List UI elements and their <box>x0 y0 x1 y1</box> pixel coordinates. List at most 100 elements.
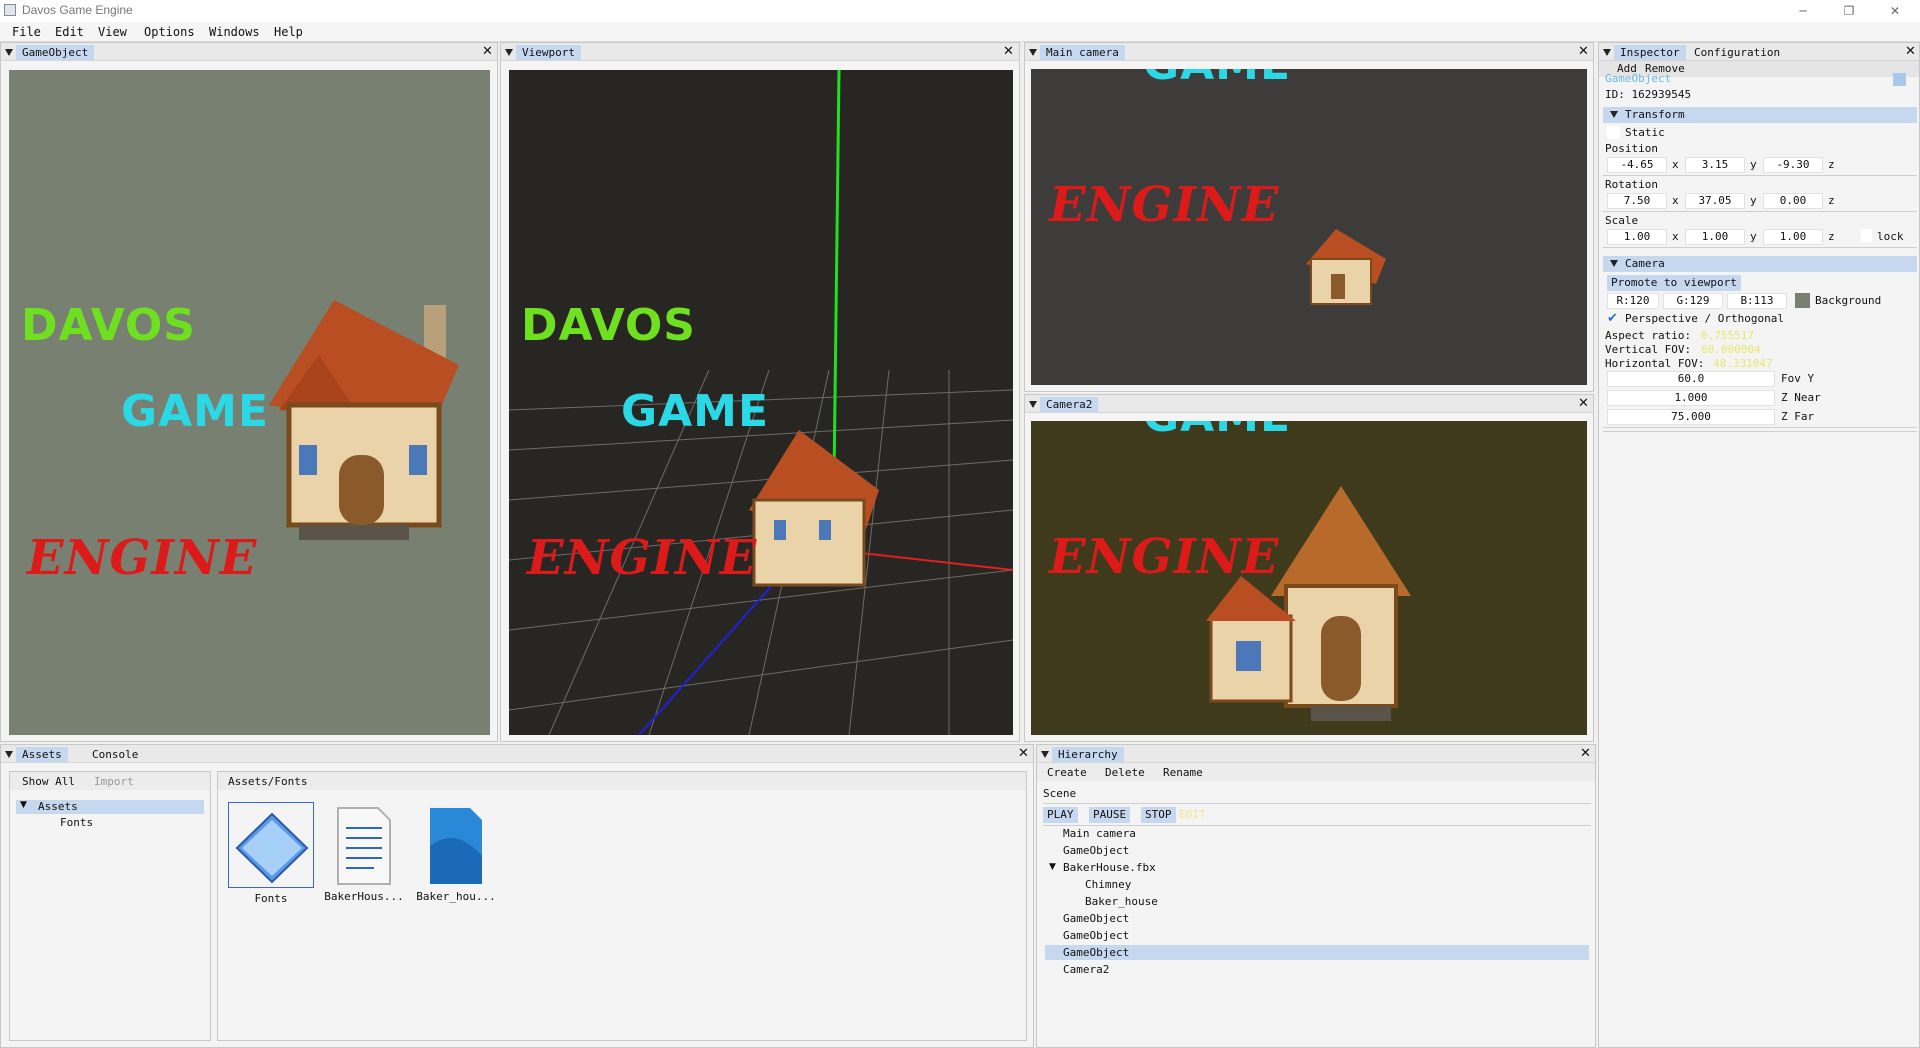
inspector-tabbar: Inspector Configuration ✕ <box>1599 43 1919 61</box>
tab-viewport[interactable]: Viewport <box>516 45 581 60</box>
position-x-field[interactable]: -4.65 <box>1607 157 1667 173</box>
tab-main-camera[interactable]: Main camera <box>1040 45 1125 60</box>
tree-item-assets[interactable]: ▼ Assets <box>16 800 204 814</box>
rename-button[interactable]: Rename <box>1163 766 1203 779</box>
close-icon[interactable]: ✕ <box>1578 44 1589 59</box>
close-window-button[interactable]: ✕ <box>1872 0 1918 22</box>
z-far-field[interactable]: 75.000 <box>1607 409 1775 425</box>
close-icon[interactable]: ✕ <box>1578 396 1589 411</box>
z-near-field[interactable]: 1.000 <box>1607 390 1775 406</box>
transform-header[interactable]: Transform <box>1603 107 1917 123</box>
object-name[interactable]: GameObject <box>1605 72 1671 85</box>
active-checkbox[interactable] <box>1893 73 1906 86</box>
rotation-x-field[interactable]: 7.50 <box>1607 193 1667 209</box>
bg-r-field[interactable]: R:120 <box>1607 293 1659 309</box>
scale-x-field[interactable]: 1.00 <box>1607 229 1667 245</box>
separator <box>1603 247 1917 248</box>
import-button[interactable]: Import <box>94 775 134 788</box>
hierarchy-selected-row[interactable]: GameObject <box>1045 945 1589 960</box>
tab-assets[interactable]: Assets <box>16 747 68 762</box>
main-camera-view[interactable]: GAME ENGINE <box>1031 69 1587 385</box>
collapse-arrow-icon[interactable] <box>1029 401 1037 408</box>
collapse-arrow-icon[interactable] <box>1029 49 1037 56</box>
assets-tree-pane: Show All Import ▼ Assets Fonts <box>9 771 211 1041</box>
close-icon[interactable]: ✕ <box>1580 746 1591 761</box>
tab-configuration[interactable]: Configuration <box>1688 45 1786 60</box>
static-checkbox[interactable] <box>1607 126 1620 139</box>
hierarchy-item-gameobject[interactable]: GameObject <box>1063 929 1129 942</box>
hierarchy-item-baker-house[interactable]: Baker_house <box>1085 895 1158 908</box>
bg-g-field[interactable]: G:129 <box>1663 293 1723 309</box>
separator <box>1603 427 1917 428</box>
lock-label: lock <box>1877 230 1904 243</box>
collapse-arrow-icon[interactable] <box>1041 751 1049 758</box>
scale-y-field[interactable]: 1.00 <box>1685 229 1745 245</box>
tab-hierarchy[interactable]: Hierarchy <box>1052 747 1124 762</box>
menu-file[interactable]: File <box>12 25 41 39</box>
close-icon[interactable]: ✕ <box>1905 44 1916 59</box>
close-icon[interactable]: ✕ <box>482 44 493 59</box>
collapse-arrow-icon[interactable] <box>1603 49 1611 56</box>
position-label: Position <box>1605 142 1658 155</box>
collapse-arrow-icon[interactable] <box>5 49 13 56</box>
asset-item-fonts[interactable] <box>228 802 314 888</box>
viewport-view[interactable]: DAVOS GAME ENGINE <box>509 70 1013 735</box>
rotation-z-field[interactable]: 0.00 <box>1763 193 1823 209</box>
camera2-view[interactable]: GAME ENGINE <box>1031 421 1587 735</box>
menu-view[interactable]: View <box>98 25 127 39</box>
fov-y-field[interactable]: 60.0 <box>1607 371 1775 387</box>
edit-button[interactable]: EDIT <box>1179 808 1206 821</box>
main-camera-panel: Main camera ✕ GAME ENGINE <box>1024 42 1594 392</box>
restore-button[interactable]: ❐ <box>1826 0 1872 22</box>
tab-camera2[interactable]: Camera2 <box>1040 397 1099 412</box>
position-z-field[interactable]: -9.30 <box>1763 157 1823 173</box>
menu-windows[interactable]: Windows <box>209 25 260 39</box>
gameobject-panel: GameObject ✕ DAVOS GAME ENGINE <box>0 42 498 742</box>
hierarchy-item-gameobject[interactable]: GameObject <box>1063 844 1129 857</box>
pause-button[interactable]: PAUSE <box>1089 807 1131 823</box>
delete-button[interactable]: Delete <box>1105 766 1145 779</box>
tab-console[interactable]: Console <box>86 747 144 762</box>
hierarchy-item-gameobject-selected: GameObject <box>1063 946 1130 959</box>
show-all-button[interactable]: Show All <box>22 775 75 788</box>
menu-edit[interactable]: Edit <box>55 25 84 39</box>
collapse-arrow-icon[interactable] <box>505 49 513 56</box>
camera-header[interactable]: Camera <box>1603 256 1917 272</box>
collapse-arrow-icon[interactable] <box>5 751 13 758</box>
tab-gameobject[interactable]: GameObject <box>16 45 95 60</box>
background-color-swatch[interactable] <box>1795 293 1810 308</box>
stop-button[interactable]: STOP <box>1141 807 1176 823</box>
asset-item-bakerhouse-fbx[interactable] <box>324 802 404 888</box>
hierarchy-item-main-camera[interactable]: Main camera <box>1063 827 1136 840</box>
position-y-field[interactable]: 3.15 <box>1685 157 1745 173</box>
hierarchy-item-camera2[interactable]: Camera2 <box>1063 963 1109 976</box>
y-axis-line <box>832 70 841 481</box>
separator <box>1603 175 1917 176</box>
horizontal-fov-value: 48.331047 <box>1713 357 1773 370</box>
close-icon[interactable]: ✕ <box>1003 44 1014 59</box>
menu-help[interactable]: Help <box>274 25 303 39</box>
menu-options[interactable]: Options <box>144 25 195 39</box>
minimize-button[interactable]: ─ <box>1780 0 1826 22</box>
gameobject-view[interactable]: DAVOS GAME ENGINE <box>9 70 490 735</box>
tree-item-fonts[interactable]: Fonts <box>60 816 93 829</box>
folder-icon <box>235 812 309 884</box>
hierarchy-item-bakerhouse-fbx[interactable]: BakerHouse.fbx <box>1063 861 1156 874</box>
close-icon[interactable]: ✕ <box>1018 746 1029 761</box>
expand-arrow-icon[interactable]: ▼ <box>1049 862 1056 872</box>
lock-checkbox[interactable] <box>1861 229 1872 242</box>
scale-z-field[interactable]: 1.00 <box>1763 229 1823 245</box>
checkmark-icon[interactable]: ✔ <box>1607 311 1618 326</box>
play-button[interactable]: PLAY <box>1043 807 1078 823</box>
hierarchy-item-gameobject[interactable]: GameObject <box>1063 912 1129 925</box>
bg-b-field[interactable]: B:113 <box>1727 293 1787 309</box>
create-button[interactable]: Create <box>1047 766 1087 779</box>
tab-inspector[interactable]: Inspector <box>1614 45 1686 60</box>
house-model <box>269 300 459 540</box>
axis-x-label: x <box>1672 230 1679 243</box>
asset-item-baker-house-png[interactable] <box>416 802 496 888</box>
promote-to-viewport-button[interactable]: Promote to viewport <box>1607 275 1741 291</box>
viewport-panel: Viewport ✕ DAVOS GAME ENGINE <box>500 42 1020 742</box>
rotation-y-field[interactable]: 37.05 <box>1685 193 1745 209</box>
hierarchy-item-chimney[interactable]: Chimney <box>1085 878 1131 891</box>
